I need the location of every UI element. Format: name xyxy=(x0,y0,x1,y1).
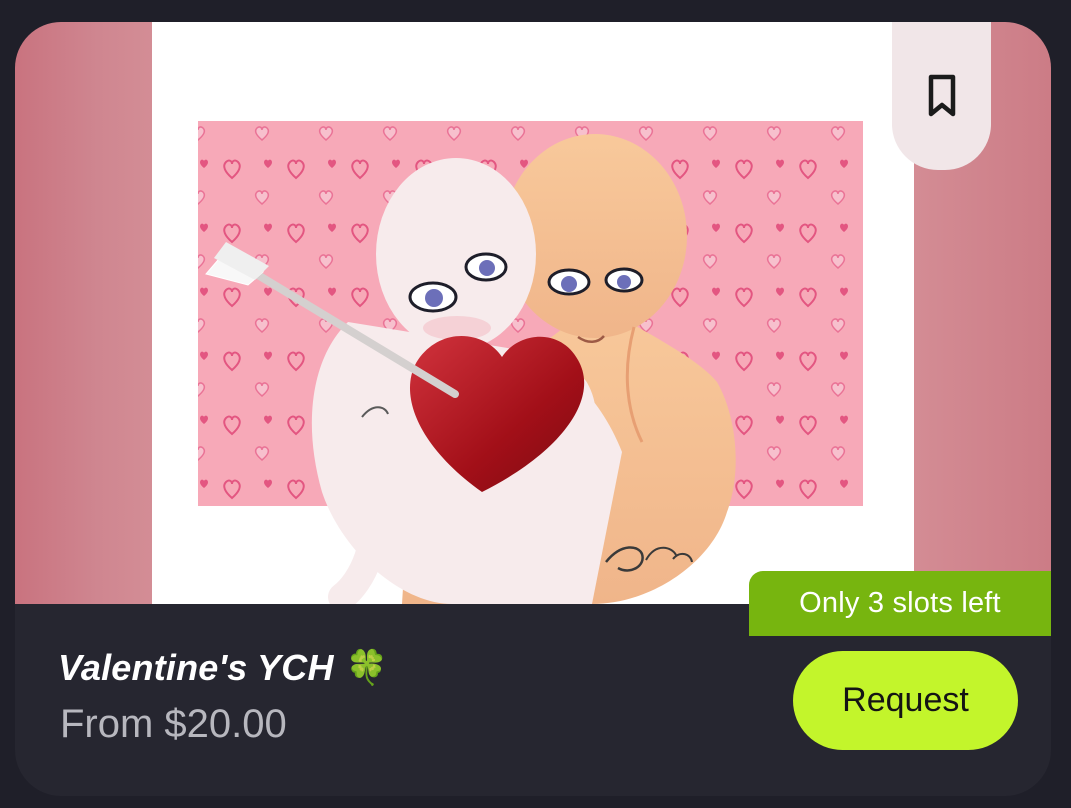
request-button[interactable]: Request xyxy=(793,651,1018,750)
listing-card[interactable]: Only 3 slots left Valentine's YCH 🍀 From… xyxy=(15,22,1051,796)
slots-left-badge: Only 3 slots left xyxy=(749,571,1051,636)
bookmark-icon xyxy=(928,74,955,117)
listing-media[interactable] xyxy=(15,22,1051,604)
bookmark-button[interactable] xyxy=(892,22,991,170)
listing-title-row: Valentine's YCH 🍀 xyxy=(58,647,388,689)
artwork-illustration xyxy=(198,121,863,604)
slots-left-label: Only 3 slots left xyxy=(799,587,1001,619)
four-leaf-clover-icon: 🍀 xyxy=(345,649,388,687)
listing-price: From $20.00 xyxy=(60,702,287,746)
listing-artwork[interactable] xyxy=(152,22,914,604)
listing-title: Valentine's YCH xyxy=(58,647,334,688)
